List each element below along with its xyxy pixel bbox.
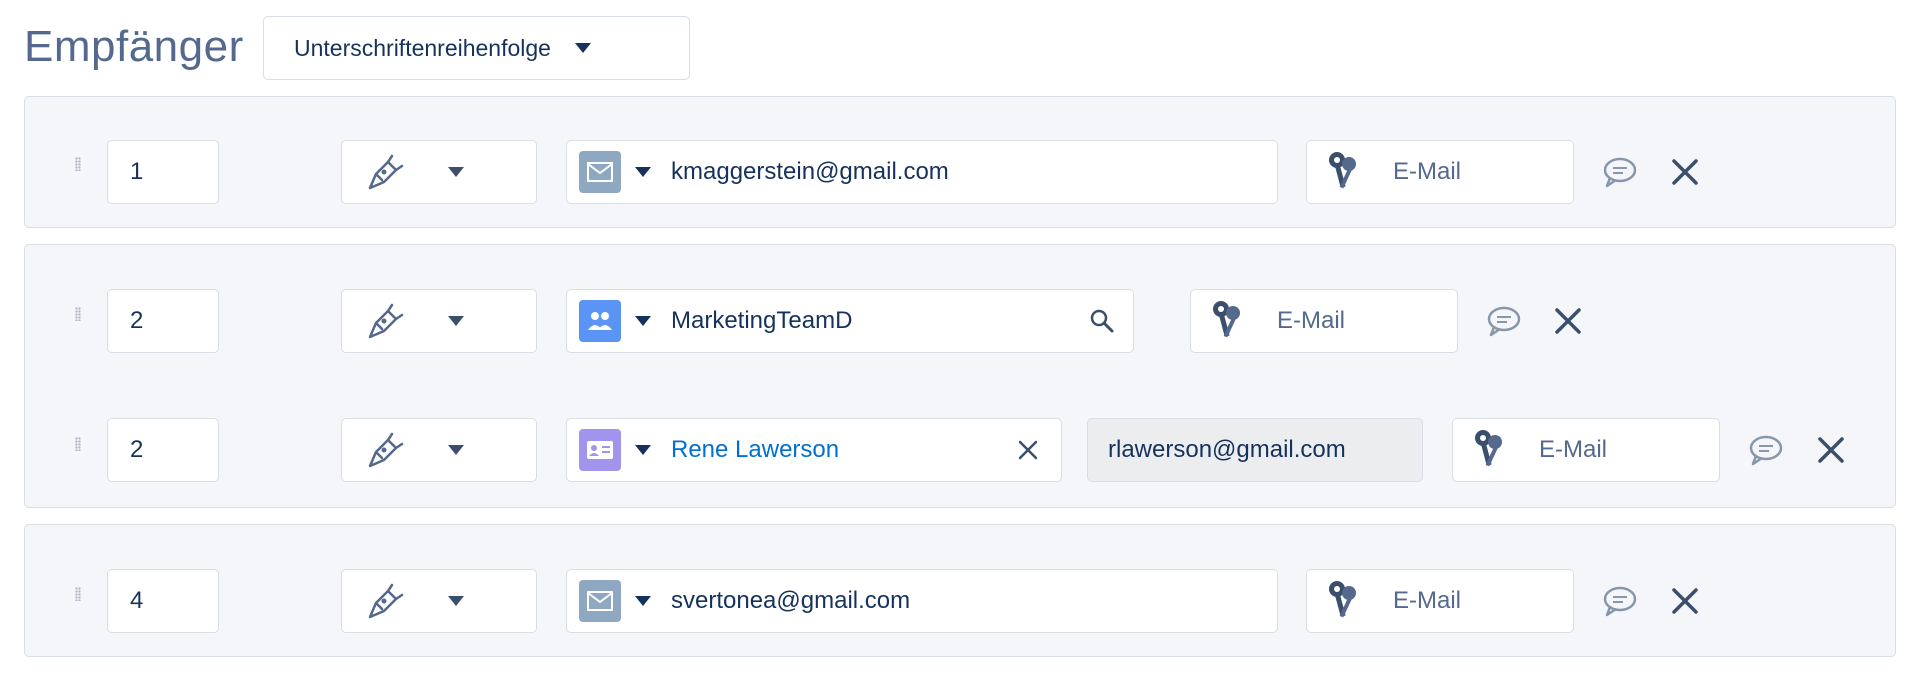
pen-nib-icon [368,583,404,619]
signing-order-dropdown[interactable]: Unterschriftenreihenfolge [263,16,690,80]
order-number-value: 2 [130,307,144,334]
signing-order-label: Unterschriftenreihenfolge [294,34,551,61]
chevron-down-icon [448,167,464,177]
pen-nib-icon [368,432,404,468]
pen-nib-icon [368,154,404,190]
keys-icon [1475,430,1502,467]
contact-email-value: rlawerson@gmail.com [1108,436,1346,463]
auth-method-label: E-Mail [1393,158,1462,185]
envelope-icon [579,151,621,193]
recipient-field[interactable]: kmaggerstein@gmail.com [566,140,1278,204]
close-icon [1672,588,1698,614]
order-number-input[interactable]: 2 [107,289,219,353]
close-icon [1672,159,1698,185]
order-number-value: 2 [130,436,144,463]
chevron-down-icon[interactable] [635,445,651,455]
recipient-field[interactable]: Rene Lawerson [566,418,1062,482]
chevron-down-icon [448,596,464,606]
recipient-row: 1 kmaggerstein@gmail.com E-Mail [24,96,1896,228]
envelope-icon [579,580,621,622]
recipient-row: 4 svertonea@gmail.com E-Mail [24,524,1896,657]
authentication-dropdown[interactable]: E-Mail [1452,418,1720,482]
close-icon [1018,440,1038,460]
close-icon [1818,437,1844,463]
chevron-down-icon [448,445,464,455]
order-number-input[interactable]: 4 [107,569,219,633]
remove-recipient-button[interactable] [1811,430,1851,470]
recipient-field[interactable]: svertonea@gmail.com [566,569,1278,633]
recipient-search-value: MarketingTeamD [671,307,853,334]
recipient-email: kmaggerstein@gmail.com [671,158,949,185]
remove-recipient-button[interactable] [1665,152,1705,192]
contact-email-readonly: rlawerson@gmail.com [1087,418,1423,482]
drag-handle-icon[interactable] [75,157,81,171]
pen-nib-icon [368,303,404,339]
remove-recipient-button[interactable] [1548,301,1588,341]
order-number-input[interactable]: 2 [107,418,219,482]
private-message-button[interactable] [1746,430,1786,470]
recipients-header: Empfänger [24,14,244,80]
speech-bubble-icon [1603,586,1637,617]
drag-handle-icon[interactable] [75,437,81,451]
order-number-value: 1 [130,158,144,185]
recipient-field[interactable]: MarketingTeamD [566,289,1134,353]
chevron-down-icon [574,43,591,53]
speech-bubble-icon [1603,157,1637,188]
people-group-icon [579,300,621,342]
authentication-dropdown[interactable]: E-Mail [1306,140,1574,204]
action-dropdown[interactable] [341,289,537,353]
clear-selection-button[interactable] [1013,435,1043,465]
chevron-down-icon[interactable] [635,316,651,326]
authentication-dropdown[interactable]: E-Mail [1190,289,1458,353]
keys-icon [1329,581,1356,618]
action-dropdown[interactable] [341,569,537,633]
search-icon[interactable] [1087,306,1117,336]
private-message-button[interactable] [1600,581,1640,621]
page-title: Empfänger [24,22,244,71]
action-dropdown[interactable] [341,418,537,482]
chevron-down-icon[interactable] [635,167,651,177]
auth-method-label: E-Mail [1539,436,1608,463]
recipient-row: 2 MarketingTeamD E-Mail [24,244,1896,378]
auth-method-label: E-Mail [1393,587,1462,614]
chevron-down-icon [448,316,464,326]
close-icon [1555,308,1581,334]
auth-method-label: E-Mail [1277,307,1346,334]
chevron-down-icon[interactable] [635,596,651,606]
authentication-dropdown[interactable]: E-Mail [1306,569,1574,633]
action-dropdown[interactable] [341,140,537,204]
private-message-button[interactable] [1484,301,1524,341]
remove-recipient-button[interactable] [1665,581,1705,621]
speech-bubble-icon [1487,306,1521,337]
contact-card-icon [579,429,621,471]
recipient-email: svertonea@gmail.com [671,587,911,614]
speech-bubble-icon [1749,435,1783,466]
drag-handle-icon[interactable] [75,587,81,601]
order-number-input[interactable]: 1 [107,140,219,204]
recipient-contact-link[interactable]: Rene Lawerson [671,436,839,464]
recipient-row: 2 Rene Lawerson rlawerson@gmail.com E-Ma… [24,377,1896,508]
drag-handle-icon[interactable] [75,307,81,321]
keys-icon [1213,301,1240,338]
keys-icon [1329,152,1356,189]
private-message-button[interactable] [1600,152,1640,192]
order-number-value: 4 [130,587,144,614]
